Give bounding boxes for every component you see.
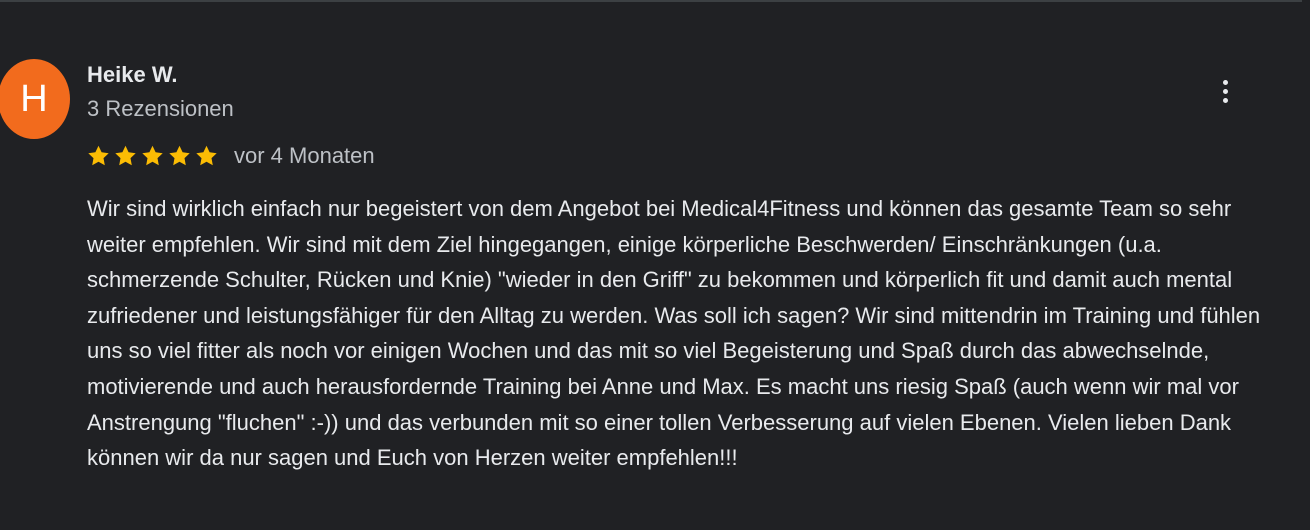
star-icon: [169, 145, 190, 166]
star-rating: [86, 144, 219, 168]
author-name[interactable]: Heike W.: [87, 62, 177, 88]
more-vert-icon-dot: [1222, 88, 1228, 94]
review-count[interactable]: 3 Rezensionen: [87, 96, 234, 122]
star-icon: [88, 145, 109, 166]
review-time: vor 4 Monaten: [234, 143, 375, 168]
more-vert-icon: [1222, 79, 1228, 85]
more-vert-icon-dot: [1222, 97, 1228, 103]
star-icon: [142, 145, 163, 166]
top-divider: [0, 0, 1302, 2]
avatar-initial: H: [20, 78, 48, 120]
star-icon: [115, 145, 136, 166]
more-options-button[interactable]: [1208, 74, 1242, 108]
review-text: Wir sind wirklich einfach nur begeistert…: [87, 196, 1261, 471]
avatar[interactable]: H: [0, 59, 70, 139]
star-icon: [196, 145, 217, 166]
rating-row: vor 4 Monaten: [86, 140, 375, 172]
